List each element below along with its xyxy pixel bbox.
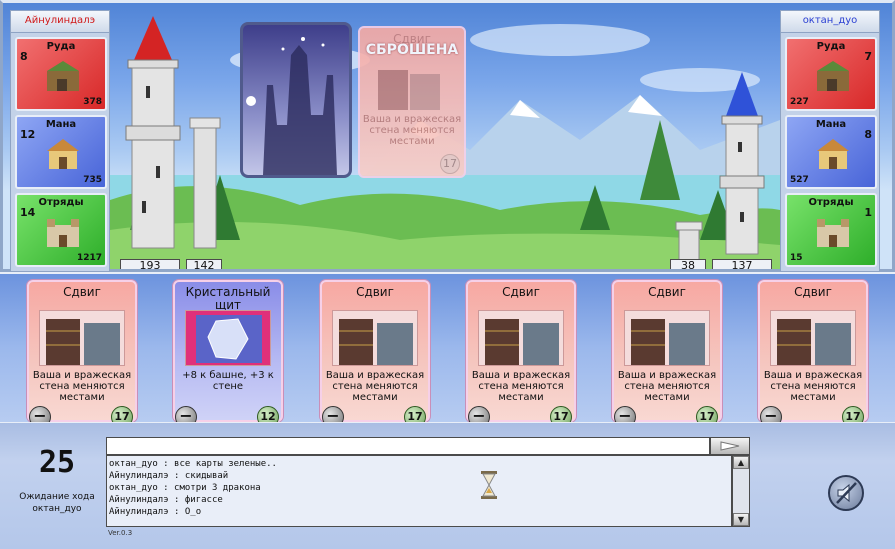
chat-message: Айнулиндалэ : фигассе	[109, 495, 223, 505]
right-tower-hp: 137	[712, 259, 772, 272]
hourglass-icon	[481, 471, 497, 499]
played-card-description: Ваша и вражеская стена меняются местами	[362, 114, 462, 147]
left-tower-roof	[134, 16, 172, 60]
played-card: Сдвиг СБРОШЕНА Ваша и вражеская стена ме…	[358, 26, 466, 178]
mana-production: 8	[864, 128, 872, 141]
waiting-label: Ожидание хода	[19, 492, 95, 502]
chat-message: октан_дуо : смотри 3 дракона	[109, 483, 261, 493]
quarry-icon	[817, 61, 849, 91]
magic-temple-icon	[817, 139, 849, 169]
card-description: Ваша и вражеская стена меняются местами	[471, 370, 571, 403]
right-tower	[719, 72, 765, 255]
magic-temple-icon	[47, 139, 79, 169]
ore-production: 8	[20, 50, 28, 63]
left-tower-hp: 193	[120, 259, 180, 272]
barracks-icon	[817, 219, 849, 247]
card-description: Ваша и вражеская стена меняются местами	[32, 370, 132, 403]
hand-card-6[interactable]: Сдвиг Ваша и вражеская стена меняются ме…	[758, 280, 868, 428]
left-tower	[125, 16, 181, 249]
troops-amount: 1217	[76, 253, 102, 263]
wall-swap-icon	[478, 310, 564, 366]
send-button[interactable]	[710, 437, 750, 455]
version-label: Ver.0.3	[108, 529, 133, 537]
send-arrow-icon	[720, 441, 740, 451]
left-player-panel: Айнулиндалэ Руда 8 378 Мана 12 735 Отряд…	[10, 10, 110, 272]
card-description: Ваша и вражеская стена меняются местами	[763, 370, 863, 403]
ore-amount: 227	[790, 97, 809, 107]
scroll-up-button[interactable]: ▲	[733, 456, 749, 469]
right-player-panel: октан_дуо Руда 7 227 Мана 8 527 Отряды 1…	[780, 10, 880, 272]
deck-card-back[interactable]	[240, 22, 352, 178]
right-tower-roof	[726, 72, 758, 116]
card-title: Сдвиг	[794, 285, 832, 299]
battlefield-scene: 193 142 38 137 Сдвиг СБРОШЕНА Ваша и вра	[0, 0, 895, 272]
waiting-status: Ожидание хода октан_дуо	[8, 491, 106, 515]
wall-swap-icon	[624, 310, 710, 366]
chat-input[interactable]	[106, 437, 710, 455]
troops-label: Отряды	[808, 197, 854, 208]
quarry-icon	[47, 61, 79, 91]
right-ore-resource: Руда 7 227	[785, 37, 877, 111]
chat-message: Айнулиндалэ : скидывай	[109, 471, 229, 481]
mana-amount: 735	[83, 175, 102, 185]
ore-label: Руда	[816, 41, 846, 52]
waiting-player: октан_дуо	[32, 504, 82, 514]
chat-log[interactable]: октан_дуо : все карты зеленые.. Айнулинд…	[106, 455, 732, 527]
card-hand: Сдвиг Ваша и вражеская стена меняются ме…	[0, 272, 895, 428]
right-wall	[675, 221, 703, 260]
turn-timer: 25	[38, 445, 76, 480]
troops-amount: 15	[790, 253, 803, 263]
troops-production: 1	[864, 206, 872, 219]
wall-swap-icon	[378, 70, 440, 110]
chat-message: Айнулиндалэ : О_о	[109, 507, 202, 517]
hand-card-5[interactable]: Сдвиг Ваша и вражеская стена меняются ме…	[612, 280, 722, 428]
chat-message: октан_дуо : все карты зеленые..	[109, 459, 277, 469]
played-card-status: СБРОШЕНА	[365, 42, 459, 58]
sound-toggle-button[interactable]	[828, 475, 864, 511]
scroll-down-button[interactable]: ▼	[733, 513, 749, 526]
mana-production: 12	[20, 128, 36, 141]
ore-label: Руда	[46, 41, 76, 52]
left-ore-resource: Руда 8 378	[15, 37, 107, 111]
hand-card-4[interactable]: Сдвиг Ваша и вражеская стена меняются ме…	[466, 280, 576, 428]
left-mana-resource: Мана 12 735	[15, 115, 107, 189]
left-player-name: Айнулиндалэ	[11, 11, 109, 33]
wall-swap-icon	[39, 310, 125, 366]
mana-amount: 527	[790, 175, 809, 185]
right-player-name: октан_дуо	[781, 11, 879, 33]
hand-card-1[interactable]: Сдвиг Ваша и вражеская стена меняются ме…	[27, 280, 137, 428]
status-bar: 25 Ожидание хода октан_дуо октан_дуо : в…	[0, 422, 895, 549]
card-description: +8 к башне, +3 к стене	[182, 370, 274, 392]
card-title: Сдвиг	[356, 285, 394, 299]
sound-off-icon	[836, 482, 857, 504]
card-description: Ваша и вражеская стена меняются местами	[617, 370, 717, 403]
ore-production: 7	[864, 50, 872, 63]
chat-scrollbar[interactable]: ▲ ▼	[732, 455, 750, 527]
castle-silhouette-icon	[246, 37, 337, 175]
right-wall-hp: 38	[670, 259, 706, 272]
ore-amount: 378	[83, 97, 102, 107]
crystal-shield-icon	[185, 310, 271, 366]
mana-label: Мана	[815, 119, 847, 130]
left-troops-resource: Отряды 14 1217	[15, 193, 107, 267]
card-title: Кристальный щит	[185, 285, 271, 312]
card-title: Сдвиг	[63, 285, 101, 299]
card-title: Сдвиг	[648, 285, 686, 299]
wall-swap-icon	[332, 310, 418, 366]
barracks-icon	[47, 219, 79, 247]
left-wall-hp: 142	[186, 259, 222, 272]
troops-production: 14	[20, 206, 36, 219]
right-mana-resource: Мана 8 527	[785, 115, 877, 189]
wall-swap-icon	[770, 310, 856, 366]
right-troops-resource: Отряды 1 15	[785, 193, 877, 267]
card-description: Ваша и вражеская стена меняются местами	[325, 370, 425, 403]
hand-card-3[interactable]: Сдвиг Ваша и вражеская стена меняются ме…	[320, 280, 430, 428]
left-wall	[189, 117, 221, 249]
played-card-cost: 17	[440, 154, 460, 174]
card-title: Сдвиг	[502, 285, 540, 299]
hand-card-2[interactable]: Кристальный щит +8 к башне, +3 к стене −…	[173, 280, 283, 428]
